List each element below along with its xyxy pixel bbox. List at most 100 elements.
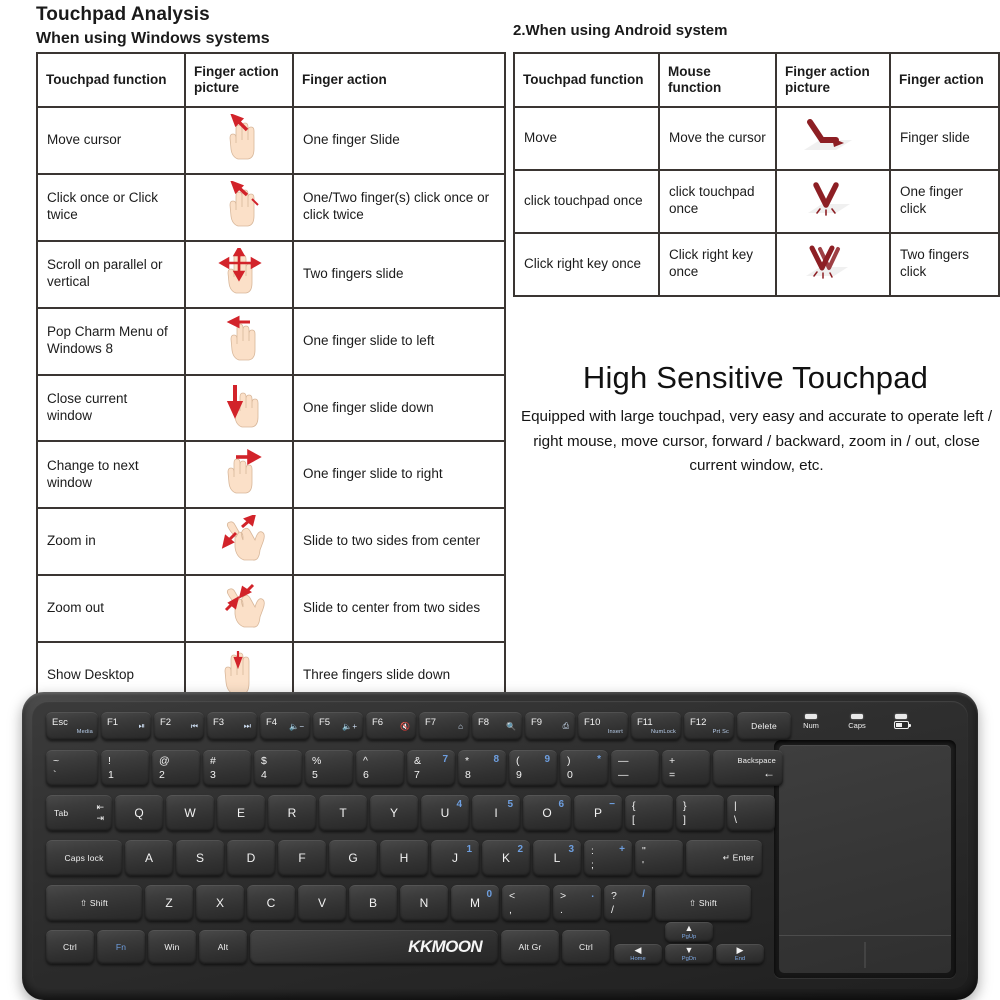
key-fn[interactable]: Fn — [97, 930, 145, 964]
key-q[interactable]: Q — [115, 795, 163, 831]
key-shift-left[interactable]: ⇧ Shift — [46, 885, 142, 921]
arrow-down-key[interactable]: ▼ PgDn — [665, 944, 713, 964]
key-n[interactable]: N — [400, 885, 448, 921]
gesture-single-tap-v-icon — [775, 168, 891, 234]
key-key[interactable]: :; + — [584, 840, 632, 876]
key-5[interactable]: % 5 — [305, 750, 353, 786]
cell-function: click touchpad once — [513, 168, 660, 234]
key-s[interactable]: S — [176, 840, 224, 876]
caps-lock-indicator: Caps — [840, 714, 874, 730]
key-alt-gr[interactable]: Alt Gr — [501, 930, 559, 964]
key-x[interactable]: X — [196, 885, 244, 921]
key-r[interactable]: R — [268, 795, 316, 831]
key-f[interactable]: F — [278, 840, 326, 876]
key-slash[interactable]: ? / / — [604, 885, 652, 921]
key-v[interactable]: V — [298, 885, 346, 921]
arrow-left-key[interactable]: ◀ Home — [614, 944, 662, 964]
cell-action: One finger slide down — [292, 373, 506, 443]
key-c[interactable]: C — [247, 885, 295, 921]
key-a[interactable]: A — [125, 840, 173, 876]
key-f12[interactable]: F12 Prt Sc — [684, 712, 734, 740]
cell-function: Move — [513, 106, 660, 171]
key-f9[interactable]: F9 ⎙ — [525, 712, 575, 740]
cell-action: One finger click — [889, 168, 1000, 234]
key-6[interactable]: ^ 6 — [356, 750, 404, 786]
gesture-one-finger-click-icon — [184, 172, 294, 242]
key-9[interactable]: (9 9 — [509, 750, 557, 786]
key-i[interactable]: I5 — [472, 795, 520, 831]
key-e[interactable]: E — [217, 795, 265, 831]
key-k[interactable]: K2 — [482, 840, 530, 876]
touchpad-button-bar[interactable] — [779, 935, 951, 973]
key-f5[interactable]: F5 🔈+ — [313, 712, 363, 740]
key-delete[interactable]: Delete — [737, 712, 791, 740]
key-win[interactable]: Win — [148, 930, 196, 964]
key-4[interactable]: $4 — [254, 750, 302, 786]
col-finger-action-picture: Finger action picture — [184, 52, 294, 108]
key-period[interactable]: >.. — [553, 885, 601, 921]
key-alt[interactable]: Alt — [199, 930, 247, 964]
key-backspace[interactable]: Backspace ← — [713, 750, 783, 786]
key-p[interactable]: P − — [574, 795, 622, 831]
gesture-two-finger-four-way-slide-icon — [184, 239, 294, 309]
arrow-right-key[interactable]: ▶ End — [716, 944, 764, 964]
key-caps-lock[interactable]: Caps lock — [46, 840, 122, 876]
key-comma[interactable]: <, — [502, 885, 550, 921]
key-tab[interactable]: Tab ⇤ ⇥ — [46, 795, 112, 831]
product-infographic: Touchpad Analysis When using Windows sys… — [0, 0, 1000, 1000]
key-g[interactable]: G — [329, 840, 377, 876]
key-f7[interactable]: F7 ⌂ — [419, 712, 469, 740]
touchpad-surface[interactable] — [779, 745, 951, 973]
key-f3[interactable]: F3 ⏭ — [207, 712, 257, 740]
key-f4[interactable]: F4 🔈− — [260, 712, 310, 740]
key-key[interactable]: — — — [611, 750, 659, 786]
key-space[interactable]: KKMOON — [250, 930, 498, 964]
caps-lock-label: Caps — [848, 721, 866, 730]
key-z[interactable]: Z — [145, 885, 193, 921]
table-row: Pop Charm Menu of Windows 8 One finger s… — [36, 306, 506, 376]
gesture-pinch-open-icon — [184, 507, 294, 577]
key-u[interactable]: U4 — [421, 795, 469, 831]
key-d[interactable]: D — [227, 840, 275, 876]
key-8[interactable]: * 8 8 — [458, 750, 506, 786]
key-f8[interactable]: F8 🔍 — [472, 712, 522, 740]
key-o[interactable]: O6 — [523, 795, 571, 831]
key-f11[interactable]: F11 NumLock — [631, 712, 681, 740]
key-7[interactable]: & 7 7 — [407, 750, 455, 786]
touchpad[interactable] — [774, 740, 956, 978]
key-key[interactable]: {[ — [625, 795, 673, 831]
key-b[interactable]: B — [349, 885, 397, 921]
key-m[interactable]: M0 — [451, 885, 499, 921]
key-key[interactable]: ~ ` — [46, 750, 98, 786]
arrow-up-key[interactable]: ▲ PgUp — [665, 922, 713, 942]
promo-title: High Sensitive Touchpad — [582, 360, 929, 395]
cell-mouse-function: Move the cursor — [658, 106, 777, 171]
key-esc[interactable]: Esc Media — [46, 712, 98, 740]
key-0[interactable]: ) 0 * — [560, 750, 608, 786]
key-l[interactable]: L3 — [533, 840, 581, 876]
key-ctrl-right[interactable]: Ctrl — [562, 930, 610, 964]
key-y[interactable]: Y — [370, 795, 418, 831]
key-key[interactable]: | \ — [727, 795, 775, 831]
key-shift-right[interactable]: ⇧ Shift — [655, 885, 751, 921]
key-ctrl-left[interactable]: Ctrl — [46, 930, 94, 964]
table-row: Move Move the cursor Finger slide — [513, 106, 1000, 171]
key-enter[interactable]: ↵ Enter — [686, 840, 762, 876]
key-key[interactable]: " ' — [635, 840, 683, 876]
key-h[interactable]: H — [380, 840, 428, 876]
key-3[interactable]: #3 — [203, 750, 251, 786]
cell-function: Pop Charm Menu of Windows 8 — [36, 306, 186, 376]
key-f6[interactable]: F6 🔇 — [366, 712, 416, 740]
key-t[interactable]: T — [319, 795, 367, 831]
key-2[interactable]: @2 — [152, 750, 200, 786]
key-f10[interactable]: F10 Insert — [578, 712, 628, 740]
key-f1[interactable]: F1 ⏯ — [101, 712, 151, 740]
key-key[interactable]: + = — [662, 750, 710, 786]
key-f2[interactable]: F2 ⏮ — [154, 712, 204, 740]
key-key[interactable]: }] — [676, 795, 724, 831]
key-j[interactable]: J1 — [431, 840, 479, 876]
key-1[interactable]: ! 1 — [101, 750, 149, 786]
key-w[interactable]: W — [166, 795, 214, 831]
cell-action: Two fingers click — [889, 231, 1000, 297]
android-gesture-table: Touchpad function Mouse function Finger … — [513, 52, 1000, 297]
